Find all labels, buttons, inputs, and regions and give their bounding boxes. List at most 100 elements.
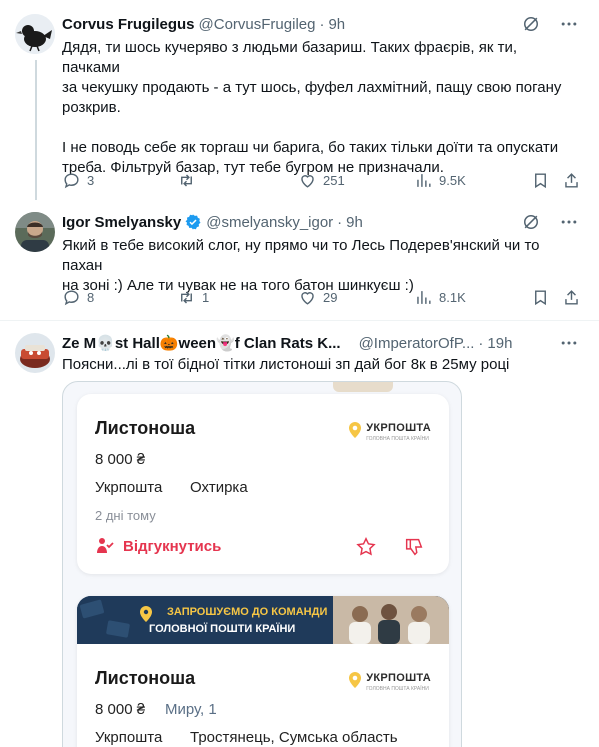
tweet-text: Який в тебе високий слог, ну прямо чи то… [62,236,572,296]
tweet-actions: 3 251 9.5K [62,171,582,191]
reply-count: 8 [87,290,95,305]
tweet-corvus[interactable]: Corvus Frugilegus @CorvusFrugileg · 9h Д… [0,0,599,200]
more-icon[interactable] [559,212,579,237]
like-count: 29 [323,290,338,305]
respond-label: Відгукнутись [123,537,222,555]
tweet-header: Igor Smelyansky @smelyansky_igor · 9h [62,212,363,232]
share-button[interactable] [562,171,581,190]
tweet-top-actions [521,14,579,39]
timestamp[interactable]: 19h [487,335,512,352]
like-button[interactable]: 251 [298,171,345,190]
ukrposhta-logo: УКРПОШТА ГОЛОВНА ПОШТА КРАЇНИ [348,418,431,442]
like-icon [301,175,314,188]
user-handle[interactable]: @ImperatorOfP... [359,335,475,352]
recruit-banner: ЗАПРОШУЄМО ДО КОМАНДИ ГОЛОВНОЇ ПОШТИ КРА… [77,596,449,644]
tweet-text-line: Який в тебе високий слог, ну прямо чи то… [62,237,540,274]
star-icon[interactable] [355,536,377,563]
tweet-top-actions [521,212,579,237]
like-icon [301,292,314,305]
more-icon[interactable] [559,14,579,39]
user-handle[interactable]: @smelyansky_igor [206,214,333,231]
reply-button[interactable]: 8 [62,288,94,307]
grok-icon[interactable] [521,14,541,39]
logo-subtext: ГОЛОВНА ПОШТА КРАЇНИ [366,436,429,442]
banner-decor [77,596,449,644]
job-title: Листоноша [95,418,196,438]
job-city: Тростянець, Сумська область [190,729,398,746]
job-address: Миру, 1 [165,701,217,718]
views-count: 9.5K [439,173,466,188]
timestamp[interactable]: 9h [346,214,363,231]
dislike-icon[interactable] [403,536,425,563]
tweet-text-line: розкрив. [62,99,121,116]
avatar-imperator[interactable] [15,333,55,373]
tweet-text-line: Поясни...лі в тої бідної тітки листоноші… [62,356,510,373]
tweet-text-line: Дядя, ти шось кучеряво з людьми базариш.… [62,39,518,76]
views-icon [417,291,431,304]
user-handle[interactable]: @CorvusFrugileg [199,16,316,33]
bookmark-button[interactable] [531,288,550,307]
repost-count: 1 [202,290,210,305]
tweet-media-image[interactable]: Листоноша УКРПОШТА ГОЛОВНА ПОШТА КРАЇНИ … [62,381,462,747]
display-name[interactable]: Igor Smelyansky [62,214,181,231]
bookmark-icon [535,173,546,189]
logo-subtext: ГОЛОВНА ПОШТА КРАЇНИ [366,686,429,692]
tweet-text: Дядя, ти шось кучеряво з людьми базариш.… [62,38,572,178]
tweet-text-line: І не поводь себе як торгаш чи барига, бо… [62,139,559,156]
job-company: Укрпошта [95,479,163,496]
timestamp[interactable]: 9h [328,16,345,33]
reply-icon [64,290,79,306]
grok-icon[interactable] [521,212,541,237]
display-name[interactable]: Corvus Frugilegus [62,16,195,33]
views-button[interactable]: 8.1K [414,288,466,307]
job-salary: 8 000 ₴ [95,701,146,718]
job-card[interactable]: ЗАПРОШУЄМО ДО КОМАНДИ ГОЛОВНОЇ ПОШТИ КРА… [77,596,449,747]
job-posted-date: 2 дні тому [95,508,156,523]
verified-icon [185,214,201,230]
reply-icon [64,173,79,189]
bookmark-icon [535,290,546,306]
job-title: Листоноша [95,668,196,688]
tweet-igor[interactable]: Igor Smelyansky @smelyansky_igor · 9h Як… [0,200,599,320]
reply-button[interactable]: 3 [62,171,94,190]
separator-dot: · [319,15,325,33]
tweet-text-line [62,118,572,138]
thread-line [35,60,37,200]
bookmark-button[interactable] [531,171,550,190]
share-button[interactable] [562,288,581,307]
banner-line2: ГОЛОВНОЇ ПОШТИ КРАЇНИ [149,623,296,635]
tweet-text: Поясни...лі в тої бідної тітки листоноші… [62,355,572,375]
ukrposhta-logo-icon [349,672,362,688]
ukrposhta-logo: УКРПОШТА ГОЛОВНА ПОШТА КРАЇНИ [348,668,431,692]
like-button[interactable]: 29 [298,288,337,307]
repost-icon [181,174,192,187]
separator-dot: · [478,334,484,352]
tweet-actions: 8 1 29 8.1K [62,288,582,308]
views-count: 8.1K [439,290,466,305]
banner-line1: ЗАПРОШУЄМО ДО КОМАНДИ [167,606,328,618]
views-icon [417,174,431,187]
separator-dot: · [337,213,343,231]
respond-person-icon [97,538,114,553]
ukrposhta-logo-icon [349,422,362,438]
like-count: 251 [323,173,345,188]
tweet-header: Corvus Frugilegus @CorvusFrugileg · 9h [62,14,345,34]
tweet-header: Ze M💀st Hall🎃ween👻f Clan Rats K... @Impe… [62,333,512,353]
job-company: Укрпошта [95,729,163,746]
share-icon [565,290,578,305]
repost-icon [181,291,192,304]
respond-button[interactable]: Відгукнутись [95,536,221,556]
logo-text: УКРПОШТА [366,672,431,684]
display-name[interactable]: Ze M💀st Hall🎃ween👻f Clan Rats K... [62,334,341,352]
repost-button[interactable]: 1 [177,288,209,307]
share-icon [565,173,578,188]
repost-button[interactable] [177,171,202,190]
avatar-igor[interactable] [15,212,55,252]
views-button[interactable]: 9.5K [414,171,466,190]
logo-text: УКРПОШТА [366,422,431,434]
job-card[interactable]: Листоноша УКРПОШТА ГОЛОВНА ПОШТА КРАЇНИ … [77,394,449,574]
job-salary: 8 000 ₴ [95,451,146,468]
media-top-strip [333,382,393,392]
tweet-text-line: за чекушку продають - а тут шось, фуфел … [62,79,562,96]
avatar-corvus[interactable] [15,14,55,54]
